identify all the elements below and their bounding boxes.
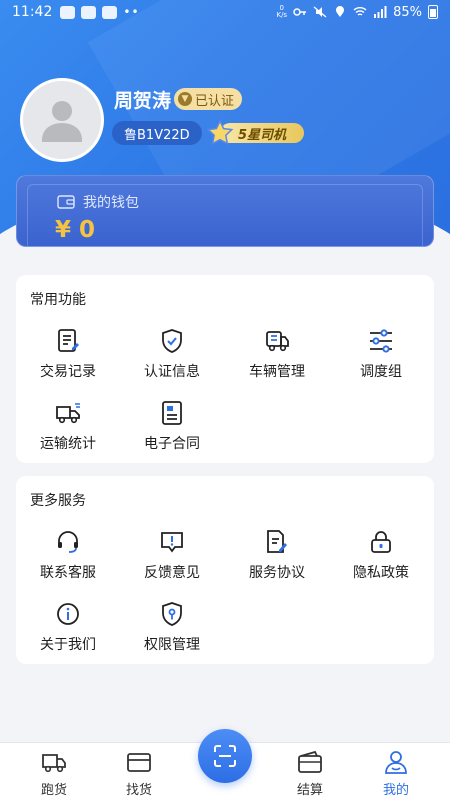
service-permission-management[interactable]: 权限管理: [120, 601, 224, 661]
sliders-icon: [370, 329, 392, 353]
tab-label: 结算: [296, 783, 323, 798]
default-avatar-icon: [42, 101, 82, 142]
more-notifications-icon: ••: [123, 5, 140, 19]
notification-icon: [102, 5, 118, 19]
battery-percent: 85%: [393, 4, 422, 20]
tab-label: 找货: [125, 783, 152, 798]
function-certification-info[interactable]: 认证信息: [120, 328, 224, 388]
network-speed-unit: K/s: [276, 11, 288, 19]
tab-label: 跑货: [40, 783, 67, 798]
service-about-us[interactable]: 关于我们: [16, 601, 120, 661]
key-icon: [293, 8, 307, 16]
truck-icon: [42, 754, 66, 773]
function-label: 认证信息: [144, 364, 200, 380]
wallet-icon: [298, 750, 322, 773]
info-icon: [57, 603, 79, 625]
license-plate-badge: 鲁B1V22D: [112, 121, 202, 145]
function-electronic-contract[interactable]: 电子合同: [120, 400, 224, 460]
service-label: 反馈意见: [144, 565, 200, 581]
function-vehicle-management[interactable]: 车辆管理: [225, 328, 329, 388]
service-label: 服务协议: [249, 565, 305, 581]
bottom-tab-bar: 跑货 找货 结算 我的: [0, 729, 450, 800]
function-dispatch-group[interactable]: 调度组: [329, 328, 433, 388]
wifi-icon: [353, 7, 367, 16]
user-icon: [385, 751, 407, 774]
truck-front-icon: [266, 331, 289, 352]
service-label: 联系客服: [40, 565, 96, 581]
user-name: 周贺涛: [114, 90, 172, 112]
permission-icon: [162, 602, 182, 626]
tab-run-cargo[interactable]: 跑货: [9, 749, 99, 798]
signal-icon: [374, 6, 387, 18]
scan-button[interactable]: [198, 729, 252, 783]
mute-icon: [313, 6, 327, 18]
service-label: 关于我们: [40, 637, 96, 653]
network-speed: 0 K/s: [276, 5, 287, 19]
wallet-balance: ¥ 0: [55, 217, 96, 243]
section-title: 常用功能: [30, 292, 86, 308]
service-customer-support[interactable]: 联系客服: [16, 529, 120, 589]
document-edit-icon: [58, 329, 79, 352]
notification-icon: [60, 5, 76, 19]
status-time: 11:42: [12, 4, 53, 20]
delivery-truck-icon: [56, 403, 80, 424]
common-functions-card: 常用功能 交易记录 认证信息 车辆管理 调度组 运输统计 电子合同: [16, 275, 434, 463]
avatar[interactable]: [20, 78, 104, 162]
driver-rating-badge: 5星司机: [206, 120, 304, 145]
status-bar: 11:42 •• 0 K/s 85%: [0, 0, 450, 24]
shield-check-icon: [162, 329, 182, 353]
function-label: 车辆管理: [249, 364, 305, 380]
location-icon: [336, 6, 345, 17]
wallet-header: 我的钱包: [57, 192, 139, 212]
headset-icon: [58, 531, 78, 553]
scan-icon: [214, 745, 236, 767]
service-agreement[interactable]: 服务协议: [225, 529, 329, 589]
contract-icon: [162, 401, 182, 425]
tab-label: 我的: [382, 783, 409, 798]
function-transport-statistics[interactable]: 运输统计: [16, 400, 120, 460]
function-label: 调度组: [360, 364, 402, 380]
feedback-icon: [161, 532, 183, 553]
function-transaction-records[interactable]: 交易记录: [16, 328, 120, 388]
tab-settlement[interactable]: 结算: [265, 749, 355, 798]
lock-icon: [371, 531, 391, 553]
star-icon: [206, 120, 234, 145]
service-label: 隐私政策: [353, 565, 409, 581]
chevron-down-icon: ▼: [178, 92, 192, 106]
function-label: 运输统计: [40, 436, 96, 452]
verified-label: 已认证: [195, 93, 235, 109]
tab-find-cargo[interactable]: 找货: [94, 749, 184, 798]
function-label: 交易记录: [40, 364, 96, 380]
section-title: 更多服务: [30, 493, 86, 509]
agreement-icon: [267, 530, 287, 553]
notification-icon: [81, 5, 97, 19]
battery-icon: [428, 5, 438, 19]
wallet-icon: [57, 195, 75, 209]
function-label: 电子合同: [144, 436, 200, 452]
more-services-card: 更多服务 联系客服 反馈意见 服务协议 隐私政策 关于我们 权限管理: [16, 476, 434, 664]
service-label: 权限管理: [144, 637, 200, 653]
tab-mine[interactable]: 我的: [351, 749, 441, 798]
service-feedback[interactable]: 反馈意见: [120, 529, 224, 589]
wallet-card[interactable]: 我的钱包 ¥ 0: [16, 175, 434, 247]
cargo-box-icon: [127, 753, 151, 772]
verified-badge: ▼ 已认证: [174, 88, 243, 110]
service-privacy-policy[interactable]: 隐私政策: [329, 529, 433, 589]
wallet-title: 我的钱包: [83, 195, 139, 211]
